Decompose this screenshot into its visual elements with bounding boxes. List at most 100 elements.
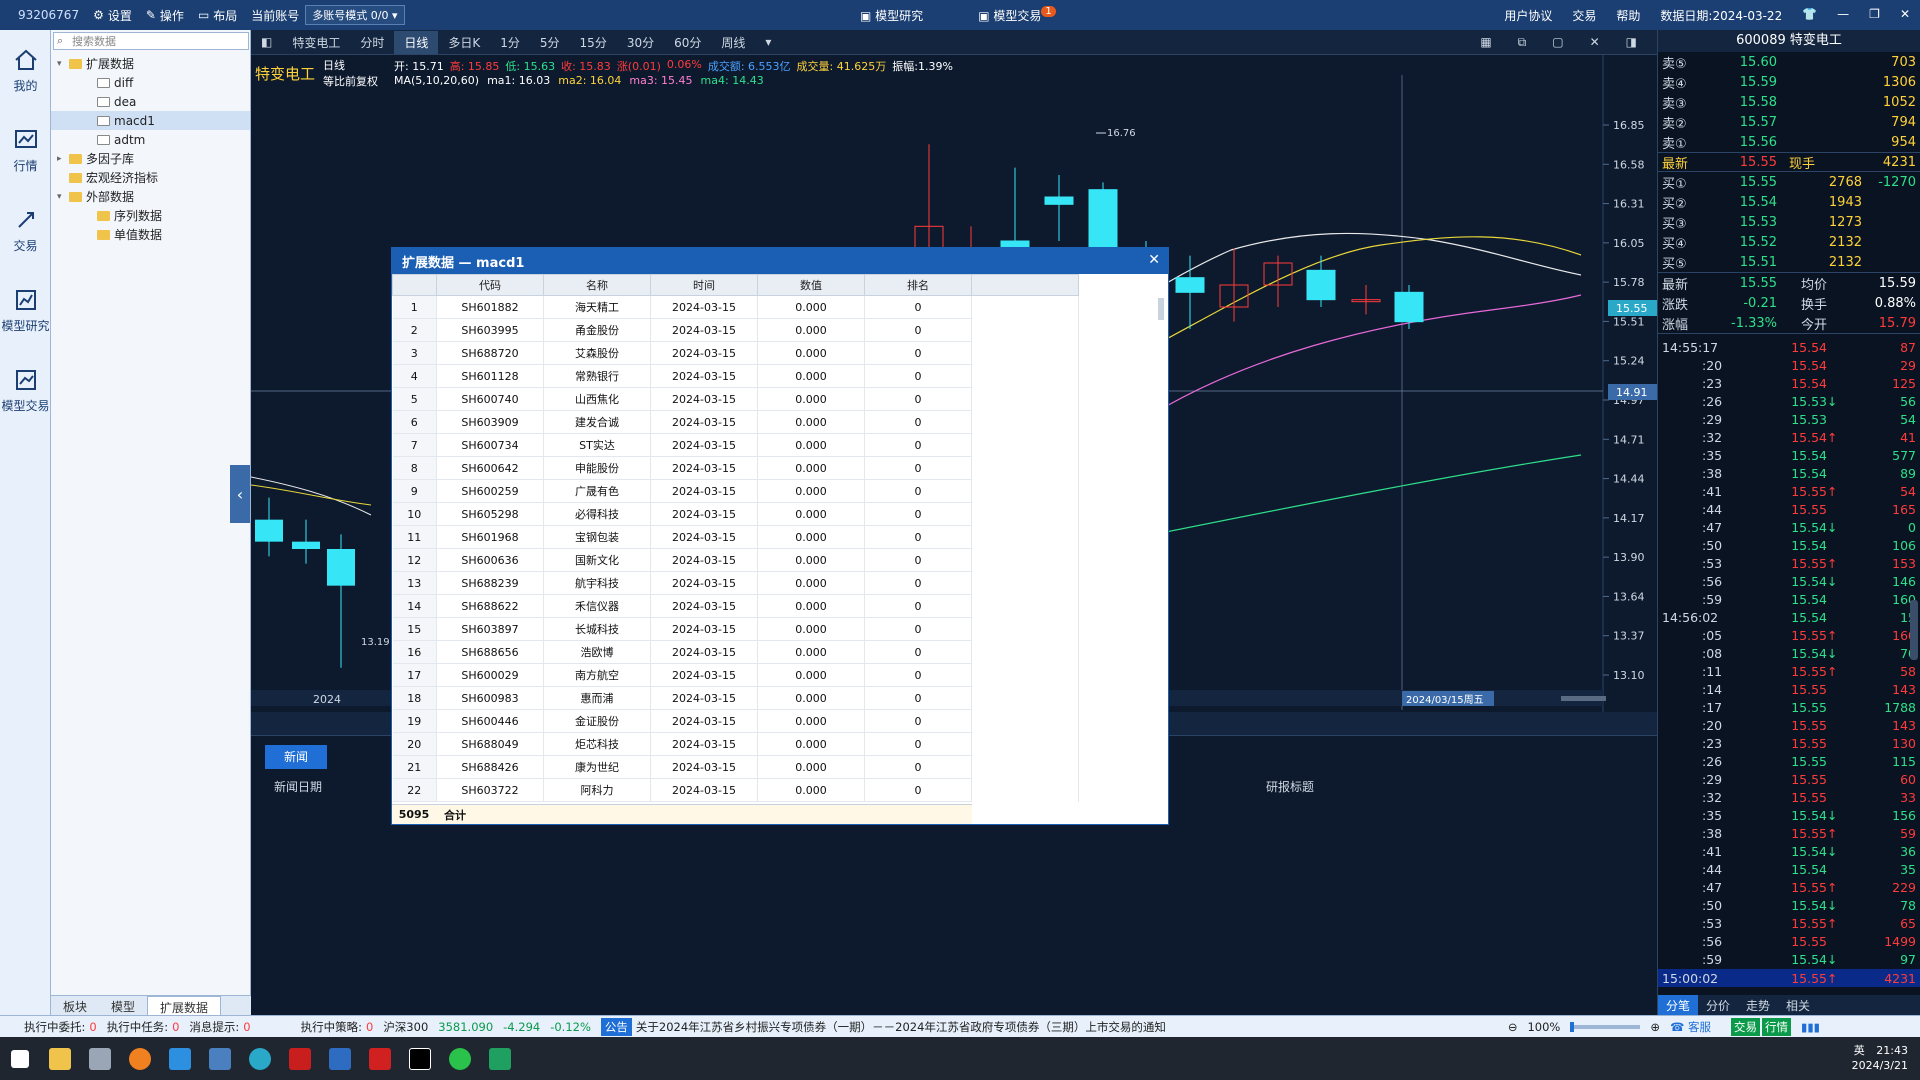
tab-price-dist[interactable]: 分价 — [1698, 995, 1738, 1015]
tab-ext-data[interactable]: 扩展数据 — [147, 996, 222, 1015]
news-button[interactable]: 新闻 — [265, 745, 327, 769]
tree-node[interactable]: adtm — [51, 130, 250, 149]
period-tab[interactable]: 5分 — [530, 31, 570, 54]
windows-start-icon[interactable] — [0, 1037, 40, 1080]
tree-node[interactable]: dea — [51, 92, 250, 111]
period-tab[interactable]: 分时 — [350, 31, 394, 54]
tab-related[interactable]: 相关 — [1778, 995, 1818, 1015]
table-row[interactable]: 9 SH600259 广晟有色 2024-03-15 0.000 0 — [392, 479, 1079, 503]
app-icon-2[interactable] — [280, 1037, 320, 1080]
file-explorer-icon[interactable] — [40, 1037, 80, 1080]
tab-ticks[interactable]: 分笔 — [1658, 995, 1699, 1015]
table-row[interactable]: 21 SH688426 康为世纪 2024-03-15 0.000 0 — [392, 755, 1079, 779]
account-mode-select[interactable]: 多账号模式 0/0 ▾ — [305, 5, 405, 25]
table-row[interactable]: 12 SH600636 国新文化 2024-03-15 0.000 0 — [392, 548, 1079, 572]
calculator-icon[interactable] — [200, 1037, 240, 1080]
nav-research[interactable]: 模型研究 — [0, 270, 51, 350]
period-tab[interactable]: 60分 — [664, 31, 711, 54]
tab-model[interactable]: 模型 — [99, 996, 147, 1015]
zoom-slider[interactable] — [1570, 1021, 1641, 1032]
app-icon-4[interactable] — [360, 1037, 400, 1080]
zoom-out-icon[interactable]: ⊖ — [1508, 1020, 1518, 1034]
table-row[interactable]: 13 SH688239 航宇科技 2024-03-15 0.000 0 — [392, 571, 1079, 595]
table-row[interactable]: 16 SH688656 浩欧博 2024-03-15 0.000 0 — [392, 640, 1079, 664]
bid-row[interactable]: 买① 15.55 2768 -1270 — [1658, 172, 1920, 192]
tree-node[interactable]: 单值数据 — [51, 225, 250, 244]
table-row[interactable]: 4 SH601128 常熟银行 2024-03-15 0.000 0 — [392, 364, 1079, 388]
app-icon-1[interactable] — [80, 1037, 120, 1080]
settings-menu[interactable]: ⚙ 设置 — [93, 7, 132, 24]
sidebar-toggle-icon[interactable]: ◧ — [251, 32, 282, 52]
edge-icon[interactable] — [240, 1037, 280, 1080]
bid-row[interactable]: 买④ 15.52 2132 — [1658, 232, 1920, 252]
ime-indicator[interactable]: 英 — [1854, 1044, 1865, 1057]
header-rank[interactable]: 排名 — [864, 274, 972, 296]
tick-scrollbar[interactable] — [1910, 600, 1918, 660]
nav-mine[interactable]: 我的 — [0, 30, 51, 110]
trade-menu[interactable]: 交易 — [1572, 7, 1596, 24]
period-tab[interactable]: 周线 — [711, 31, 755, 54]
tree-node[interactable]: ▾ 外部数据 — [51, 187, 250, 206]
search-app-icon[interactable] — [120, 1037, 160, 1080]
period-tab[interactable]: 30分 — [617, 31, 664, 54]
tree-node[interactable]: macd1 — [51, 111, 250, 130]
table-row[interactable]: 14 SH688622 禾信仪器 2024-03-15 0.000 0 — [392, 594, 1079, 618]
tree-arrow-icon[interactable]: ▾ — [57, 59, 69, 69]
table-row[interactable]: 19 SH600446 金证股份 2024-03-15 0.000 0 — [392, 709, 1079, 733]
table-row[interactable]: 7 SH600734 ST实达 2024-03-15 0.000 0 — [392, 433, 1079, 457]
bid-row[interactable]: 买② 15.54 1943 — [1658, 192, 1920, 212]
table-row[interactable]: 6 SH603909 建发合诚 2024-03-15 0.000 0 — [392, 410, 1079, 434]
bid-row[interactable]: 买③ 15.53 1273 — [1658, 212, 1920, 232]
search-input[interactable]: ⌕ 搜索数据 — [53, 32, 249, 50]
panel-toggle-icon[interactable]: ◨ — [1616, 32, 1647, 53]
dialog-scrollbar[interactable] — [1158, 298, 1164, 320]
ask-row[interactable]: 卖① 15.56 954 — [1658, 132, 1920, 152]
tab-trend[interactable]: 走势 — [1738, 995, 1778, 1015]
table-row[interactable]: 1 SH601882 海天精工 2024-03-15 0.000 0 — [392, 295, 1079, 319]
operate-menu[interactable]: ✎ 操作 — [146, 7, 184, 24]
window-layout-icon[interactable]: ▦ — [1470, 32, 1501, 53]
app-icon-6[interactable] — [480, 1037, 520, 1080]
stock-name-tab[interactable]: 特变电工 — [282, 31, 350, 54]
close-icon[interactable]: ✕ — [1900, 7, 1910, 24]
tree-node[interactable]: diff — [51, 73, 250, 92]
layout-menu[interactable]: ▭ 布局 — [198, 7, 237, 24]
tree-node[interactable]: ▾ 扩展数据 — [51, 54, 250, 73]
table-row[interactable]: 8 SH600642 申能股份 2024-03-15 0.000 0 — [392, 456, 1079, 480]
maximize-icon[interactable]: ▢ — [1542, 32, 1573, 53]
nav-model-trade[interactable]: 模型交易 — [0, 350, 51, 430]
user-agreement-link[interactable]: 用户协议 — [1504, 7, 1552, 24]
tab-sector[interactable]: 板块 — [51, 996, 99, 1015]
model-research-tab[interactable]: ▣ 模型研究 — [860, 7, 923, 24]
close-chart-icon[interactable]: ✕ — [1580, 32, 1610, 53]
nav-quote[interactable]: 行情 — [0, 110, 51, 190]
header-name[interactable]: 名称 — [543, 274, 651, 296]
table-row[interactable]: 22 SH603722 阿科力 2024-03-15 0.000 0 — [392, 778, 1079, 802]
app-icon-5[interactable] — [400, 1037, 440, 1080]
restore-icon[interactable]: ❐ — [1869, 7, 1880, 24]
table-row[interactable]: 5 SH600740 山西焦化 2024-03-15 0.000 0 — [392, 387, 1079, 411]
bid-row[interactable]: 买⑤ 15.51 2132 — [1658, 252, 1920, 272]
period-tab[interactable]: 日线 — [394, 30, 439, 54]
tree-node[interactable]: 序列数据 — [51, 206, 250, 225]
table-row[interactable]: 2 SH603995 甬金股份 2024-03-15 0.000 0 — [392, 318, 1079, 342]
period-tab[interactable]: 多日K — [438, 31, 490, 54]
tree-arrow-icon[interactable]: ▾ — [57, 192, 69, 202]
period-tab[interactable]: 15分 — [570, 31, 617, 54]
app-icon-3[interactable] — [320, 1037, 360, 1080]
wechat-icon[interactable] — [440, 1037, 480, 1080]
table-row[interactable]: 15 SH603897 长城科技 2024-03-15 0.000 0 — [392, 617, 1079, 641]
service-link[interactable]: ☎ 客服 — [1670, 1019, 1721, 1035]
shirt-icon[interactable]: 👕 — [1802, 7, 1817, 24]
help-menu[interactable]: 帮助 — [1616, 7, 1640, 24]
table-row[interactable]: 20 SH688049 炬芯科技 2024-03-15 0.000 0 — [392, 732, 1079, 756]
period-tab[interactable]: 1分 — [490, 31, 530, 54]
header-value[interactable]: 数值 — [757, 274, 865, 296]
table-row[interactable]: 3 SH688720 艾森股份 2024-03-15 0.000 0 — [392, 341, 1079, 365]
collapse-panel-button[interactable]: ‹ — [230, 465, 250, 523]
ask-row[interactable]: 卖⑤ 15.60 703 — [1658, 52, 1920, 72]
zoom-in-icon[interactable]: ⊕ — [1650, 1020, 1660, 1034]
table-row[interactable]: 18 SH600983 惠而浦 2024-03-15 0.000 0 — [392, 686, 1079, 710]
model-trade-tab[interactable]: ▣ 模型交易 1 — [978, 6, 1056, 24]
nav-trade[interactable]: 交易 — [0, 190, 51, 270]
